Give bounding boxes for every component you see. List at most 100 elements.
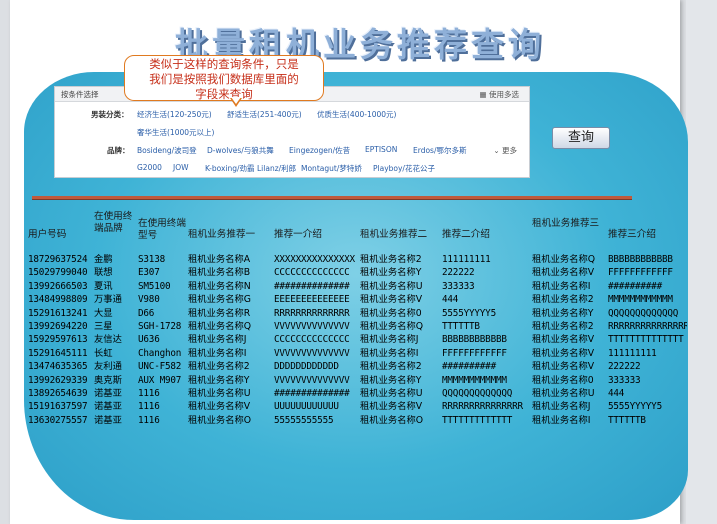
table-cell: 租机业务名称Q xyxy=(188,321,252,332)
filter-header-label: 按条件选择 xyxy=(61,90,99,99)
table-cell: 租机业务名称R xyxy=(188,307,251,319)
table-cell: SGH-1728 xyxy=(138,321,182,332)
column-header: 推荐三介绍 xyxy=(608,229,656,240)
table-cell: Changhon xyxy=(138,347,182,359)
table-cell: 租机业务名称Q xyxy=(360,321,424,332)
filter-row-brand: 品牌： Bosideng/波司登 D-wolves/与狼共舞 Eingezoge… xyxy=(55,145,529,159)
table-cell: 55555555555 xyxy=(274,414,334,426)
table-cell: 诺基亚 xyxy=(94,388,122,399)
table-cell: 租机业务名称V xyxy=(532,347,595,359)
table-cell: 租机业务名称O xyxy=(360,414,424,426)
table-cell: 三星 xyxy=(94,321,113,332)
table-cell: 1116 xyxy=(138,388,160,399)
table-cell: BBBBBBBBBBBB xyxy=(442,334,507,346)
filter-option[interactable]: Erdos/鄂尔多斯 xyxy=(413,145,466,156)
filter-option[interactable]: Bosideng/波司登 xyxy=(137,145,197,156)
table-cell: MMMMMMMMMMMM xyxy=(442,374,507,386)
table-cell: 租机业务名称U xyxy=(188,388,251,399)
column-header: 用户号码 xyxy=(28,229,67,240)
table-cell: 租机业务名称V xyxy=(360,401,423,413)
filter-option[interactable]: K-boxing/劲霸 xyxy=(205,163,255,174)
column-header: 租机业务推荐二 xyxy=(360,229,428,240)
table-cell: 租机业务名称N xyxy=(188,280,251,292)
table-cell: 租机业务名称V xyxy=(532,334,595,346)
table-cell: TTTTTTTTTTTTT xyxy=(442,414,513,426)
table-cell: AUX M907 xyxy=(138,374,182,386)
table-cell: 租机业务名称I xyxy=(532,280,591,292)
table-cell: 租机业务名称V xyxy=(188,401,251,413)
filter-option[interactable]: 奢华生活(1000元以上) xyxy=(137,127,214,138)
table-cell: E307 xyxy=(138,267,160,279)
table-cell: 奥克斯 xyxy=(94,374,122,386)
filter-option[interactable]: JOW xyxy=(173,163,189,172)
filter-option[interactable]: G2000 xyxy=(137,163,162,172)
table-cell: 13892654639 xyxy=(28,388,88,399)
query-button[interactable]: 查询 xyxy=(552,127,610,149)
table-cell: 租机业务名称0 xyxy=(532,374,594,386)
table-cell: 长虹 xyxy=(94,347,113,359)
filter-option[interactable]: Montagut/梦特娇 xyxy=(301,163,362,174)
table-cell: VVVVVVVVVVVVVV xyxy=(274,374,350,386)
table-cell: 租机业务名称Y xyxy=(532,307,594,319)
table-cell: 租机业务名称2 xyxy=(360,361,422,373)
table-cell: 租机业务名称A xyxy=(188,254,251,265)
table-cell: 5555YYYYY5 xyxy=(608,401,662,413)
table-cell: 诺基亚 xyxy=(94,401,122,413)
table-cell: 15291613241 xyxy=(28,307,88,319)
table-cell: UUUUUUUUUUUU xyxy=(274,401,339,413)
table-cell: U636 xyxy=(138,334,160,346)
table-cell: 111111111 xyxy=(608,347,657,359)
table-cell: V980 xyxy=(138,294,160,306)
table-cell: 444 xyxy=(442,294,459,306)
table-cell: 111111111 xyxy=(442,254,491,265)
table-cell: CCCCCCCCCCCCCC xyxy=(274,334,350,346)
table-cell: 333333 xyxy=(442,280,475,292)
more-brands-button[interactable]: ⌄ 更多 xyxy=(493,145,517,156)
table-cell: 租机业务名称G xyxy=(188,294,251,306)
table-cell: 5555YYYYY5 xyxy=(442,307,496,319)
table-cell: 13992629339 xyxy=(28,374,88,386)
table-cell: 租机业务名称0 xyxy=(360,307,422,319)
table-cell: 租机业务名称2 xyxy=(532,294,594,306)
table-cell: TTTTTTB xyxy=(608,414,646,426)
table-cell: XXXXXXXXXXXXXXX xyxy=(274,254,355,265)
section-divider xyxy=(32,196,632,200)
table-cell: 租机业务名称V xyxy=(360,294,423,306)
filter-option[interactable]: Lilanz/利郎 xyxy=(257,163,296,174)
chevron-down-icon: ⌄ xyxy=(493,146,502,155)
table-cell: D66 xyxy=(138,307,155,319)
multi-select-toggle[interactable]: ▦ 使用多选 xyxy=(480,89,519,100)
callout-pointer-fill xyxy=(231,97,241,104)
column-header: 在使用终端型号 xyxy=(138,218,186,241)
table-cell: VVVVVVVVVVVVVV xyxy=(274,347,350,359)
column-header: 推荐二介绍 xyxy=(442,229,490,240)
table-cell: 租机业务名称O xyxy=(188,414,252,426)
table-cell: ############## xyxy=(274,280,350,292)
filter-option[interactable]: Eingezogen/佐昔 xyxy=(289,145,350,156)
table-cell: 租机业务名称I xyxy=(188,347,247,359)
filter-option[interactable]: EPTISON xyxy=(365,145,397,154)
table-cell: TTTTTTB xyxy=(442,321,480,332)
annotation-callout: 类似于这样的查询条件，只是 我们是按照我们数据库里面的 字段来查询 xyxy=(124,55,324,101)
callout-line-2: 我们是按照我们数据库里面的 xyxy=(149,72,299,86)
table-cell: 万事通 xyxy=(94,294,122,306)
table-cell: 联想 xyxy=(94,267,113,279)
table-cell: 13474635365 xyxy=(28,361,88,373)
filter-option[interactable]: 舒适生活(251-400元) xyxy=(227,109,302,120)
table-cell: 租机业务名称U xyxy=(532,388,595,399)
filter-option[interactable]: 经济生活(120-250元) xyxy=(137,109,212,120)
table-cell: 租机业务名称U xyxy=(360,388,423,399)
table-cell: 友利通 xyxy=(94,361,122,373)
table-cell: 租机业务名称B xyxy=(188,267,251,279)
filter-option[interactable]: D-wolves/与狼共舞 xyxy=(207,145,274,156)
filter-option[interactable]: 优质生活(400-1000元) xyxy=(317,109,396,120)
table-cell: 444 xyxy=(608,388,625,399)
table-cell: RRRRRRRRRRRRRRR xyxy=(608,321,687,332)
table-cell: 大显 xyxy=(94,307,113,319)
table-cell: CCCCCCCCCCCCCC xyxy=(274,267,350,279)
table-cell: ############## xyxy=(274,388,350,399)
filter-option[interactable]: Playboy/花花公子 xyxy=(373,163,435,174)
table-cell: 租机业务名称Y xyxy=(360,374,422,386)
table-cell: RRRRRRRRRRRRRRR xyxy=(442,401,523,413)
filter-key-category: 男装分类： xyxy=(91,110,129,119)
